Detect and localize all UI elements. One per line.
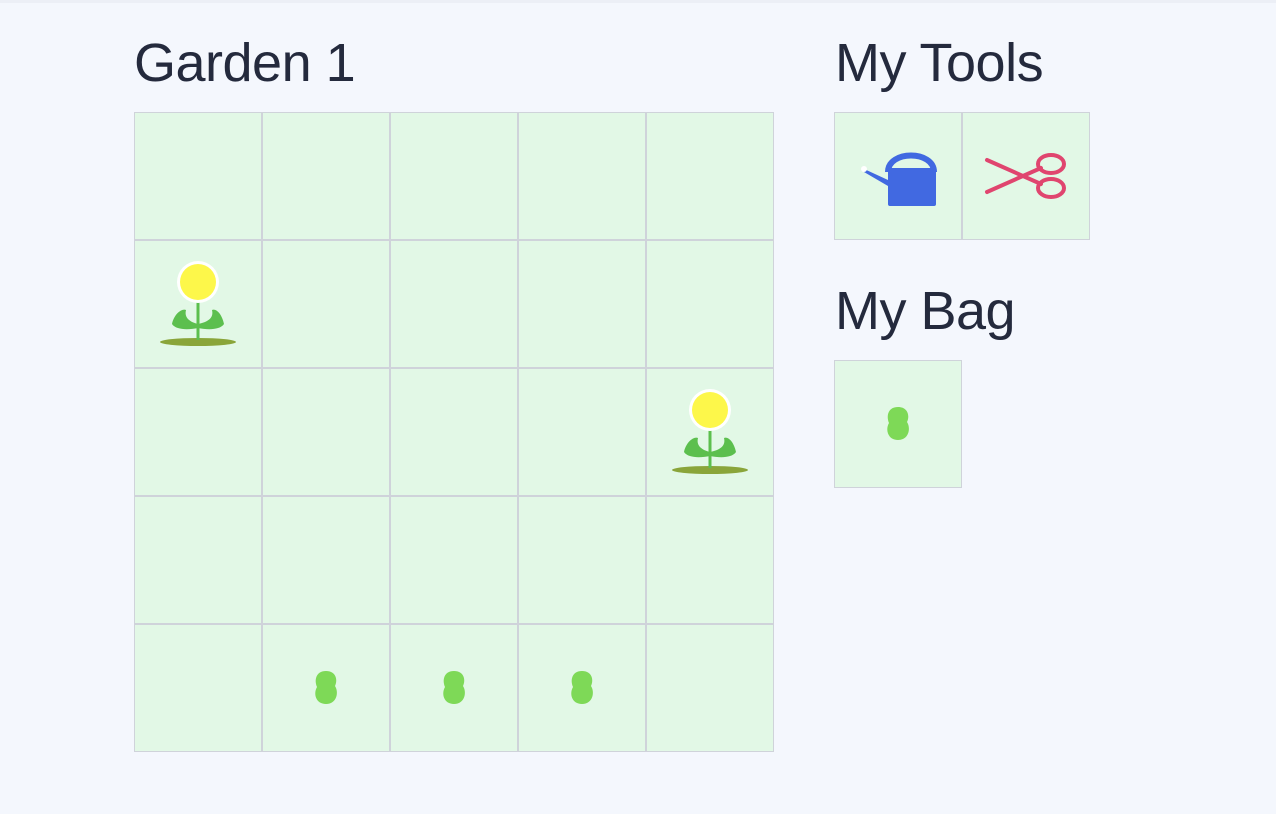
garden-cell[interactable] xyxy=(646,240,774,368)
garden-cell[interactable] xyxy=(518,112,646,240)
garden-cell[interactable] xyxy=(390,112,518,240)
top-divider xyxy=(0,0,1276,3)
garden-cell[interactable] xyxy=(262,240,390,368)
garden-cell[interactable] xyxy=(134,368,262,496)
garden-cell[interactable] xyxy=(134,240,262,368)
garden-cell[interactable] xyxy=(518,496,646,624)
garden-cell[interactable] xyxy=(134,624,262,752)
bag-grid xyxy=(834,360,962,488)
seed-icon xyxy=(443,671,465,704)
seed-icon xyxy=(571,671,593,704)
watering-can-icon xyxy=(861,152,937,206)
flower-icon xyxy=(160,261,236,346)
garden-cell[interactable] xyxy=(262,624,390,752)
garden-cell[interactable] xyxy=(134,496,262,624)
tools-grid xyxy=(834,112,1090,240)
garden-title: Garden 1 xyxy=(134,33,356,93)
garden-cell[interactable] xyxy=(134,112,262,240)
garden-cell[interactable] xyxy=(646,368,774,496)
tool-slot-watering-can[interactable] xyxy=(834,112,962,240)
garden-cell[interactable] xyxy=(390,368,518,496)
tool-slot-scissors[interactable] xyxy=(962,112,1090,240)
garden-cell[interactable] xyxy=(646,112,774,240)
seed-icon xyxy=(315,671,337,704)
scissors-icon xyxy=(985,153,1066,199)
garden-cell[interactable] xyxy=(390,496,518,624)
garden-cell[interactable] xyxy=(518,368,646,496)
garden-cell[interactable] xyxy=(262,496,390,624)
seed-icon xyxy=(887,407,909,440)
garden-grid xyxy=(134,112,774,752)
garden-game: Garden 1 My Tools My Bag xyxy=(0,0,1276,814)
garden-cell[interactable] xyxy=(646,496,774,624)
bag-slot-seed[interactable] xyxy=(834,360,962,488)
tools-title: My Tools xyxy=(835,33,1044,93)
flower-icon xyxy=(672,389,748,474)
bag-title: My Bag xyxy=(835,281,1016,341)
garden-cell[interactable] xyxy=(518,624,646,752)
garden-cell[interactable] xyxy=(390,624,518,752)
garden-cell[interactable] xyxy=(390,240,518,368)
garden-cell[interactable] xyxy=(646,624,774,752)
garden-cell[interactable] xyxy=(262,112,390,240)
garden-cell[interactable] xyxy=(518,240,646,368)
garden-cell[interactable] xyxy=(262,368,390,496)
